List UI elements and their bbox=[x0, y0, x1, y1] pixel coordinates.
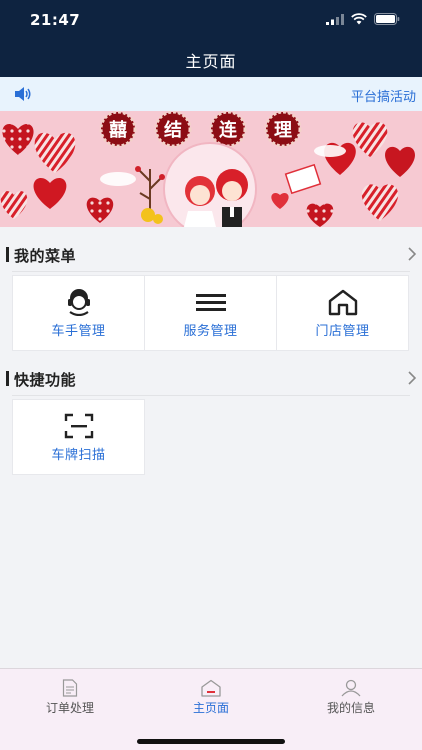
store-house-icon bbox=[328, 289, 357, 316]
app-header: 21:47 主页面 bbox=[0, 0, 422, 77]
app-screen: 21:47 主页面 平台搞活动 囍 结 连 理 我的菜单 车手管理 服务管理 门… bbox=[0, 0, 422, 750]
home-indicator bbox=[137, 739, 285, 744]
chevron-right-icon[interactable] bbox=[408, 247, 416, 261]
notice-text: 平台搞活动 bbox=[350, 90, 416, 105]
tab-label: 订单处理 bbox=[45, 701, 94, 715]
status-icons bbox=[326, 13, 400, 25]
headset-person-icon bbox=[67, 289, 90, 316]
document-icon bbox=[62, 679, 78, 697]
tab-label: 我的信息 bbox=[326, 701, 375, 715]
banner-char-3: 连 bbox=[219, 119, 238, 141]
quick-item-plate-scan[interactable]: 车牌扫描 bbox=[12, 399, 145, 475]
menu-item-service-management[interactable]: 服务管理 bbox=[144, 275, 277, 351]
menu-item-driver-management[interactable]: 车手管理 bbox=[12, 275, 145, 351]
tab-home[interactable]: 主页面 bbox=[141, 669, 281, 725]
notice-bar[interactable]: 平台搞活动 bbox=[0, 77, 422, 111]
menu-item-store-management[interactable]: 门店管理 bbox=[276, 275, 409, 351]
signal-icon bbox=[326, 13, 344, 25]
menu-grid: 车手管理 服务管理 门店管理 bbox=[12, 275, 410, 351]
menu-section-title: 我的菜单 bbox=[14, 247, 77, 265]
home-icon bbox=[201, 679, 221, 697]
chevron-right-icon[interactable] bbox=[408, 371, 416, 385]
wifi-icon bbox=[351, 13, 367, 25]
wedding-banner[interactable]: 囍 结 连 理 bbox=[0, 111, 422, 227]
status-bar: 21:47 bbox=[0, 0, 422, 40]
quick-item-label: 车牌扫描 bbox=[51, 448, 106, 463]
banner-char-1: 囍 bbox=[109, 120, 127, 141]
menu-item-label: 门店管理 bbox=[315, 324, 370, 339]
status-time: 21:47 bbox=[30, 11, 81, 29]
scan-icon bbox=[64, 413, 93, 439]
divider bbox=[12, 271, 410, 272]
user-icon bbox=[341, 679, 361, 697]
tab-bar: 订单处理 主页面 我的信息 bbox=[0, 668, 422, 750]
tab-my-info[interactable]: 我的信息 bbox=[281, 669, 421, 725]
menu-item-label: 服务管理 bbox=[183, 324, 238, 339]
tab-orders[interactable]: 订单处理 bbox=[0, 669, 140, 725]
menu-item-label: 车手管理 bbox=[51, 324, 106, 339]
speaker-icon bbox=[15, 87, 31, 101]
section-marker bbox=[6, 247, 9, 262]
quick-section-title: 快捷功能 bbox=[14, 371, 77, 389]
section-marker bbox=[6, 371, 9, 386]
menu-lines-icon bbox=[195, 294, 226, 311]
banner-image: 囍 结 连 理 bbox=[0, 111, 422, 227]
divider bbox=[12, 395, 410, 396]
tab-label: 主页面 bbox=[192, 701, 229, 715]
page-title: 主页面 bbox=[185, 52, 237, 71]
quick-grid: 车牌扫描 bbox=[12, 399, 410, 475]
menu-section-header[interactable]: 我的菜单 bbox=[0, 237, 422, 271]
banner-char-4: 理 bbox=[274, 120, 292, 141]
banner-char-2: 结 bbox=[164, 119, 182, 141]
battery-icon bbox=[374, 13, 400, 25]
quick-section-header[interactable]: 快捷功能 bbox=[0, 361, 422, 395]
